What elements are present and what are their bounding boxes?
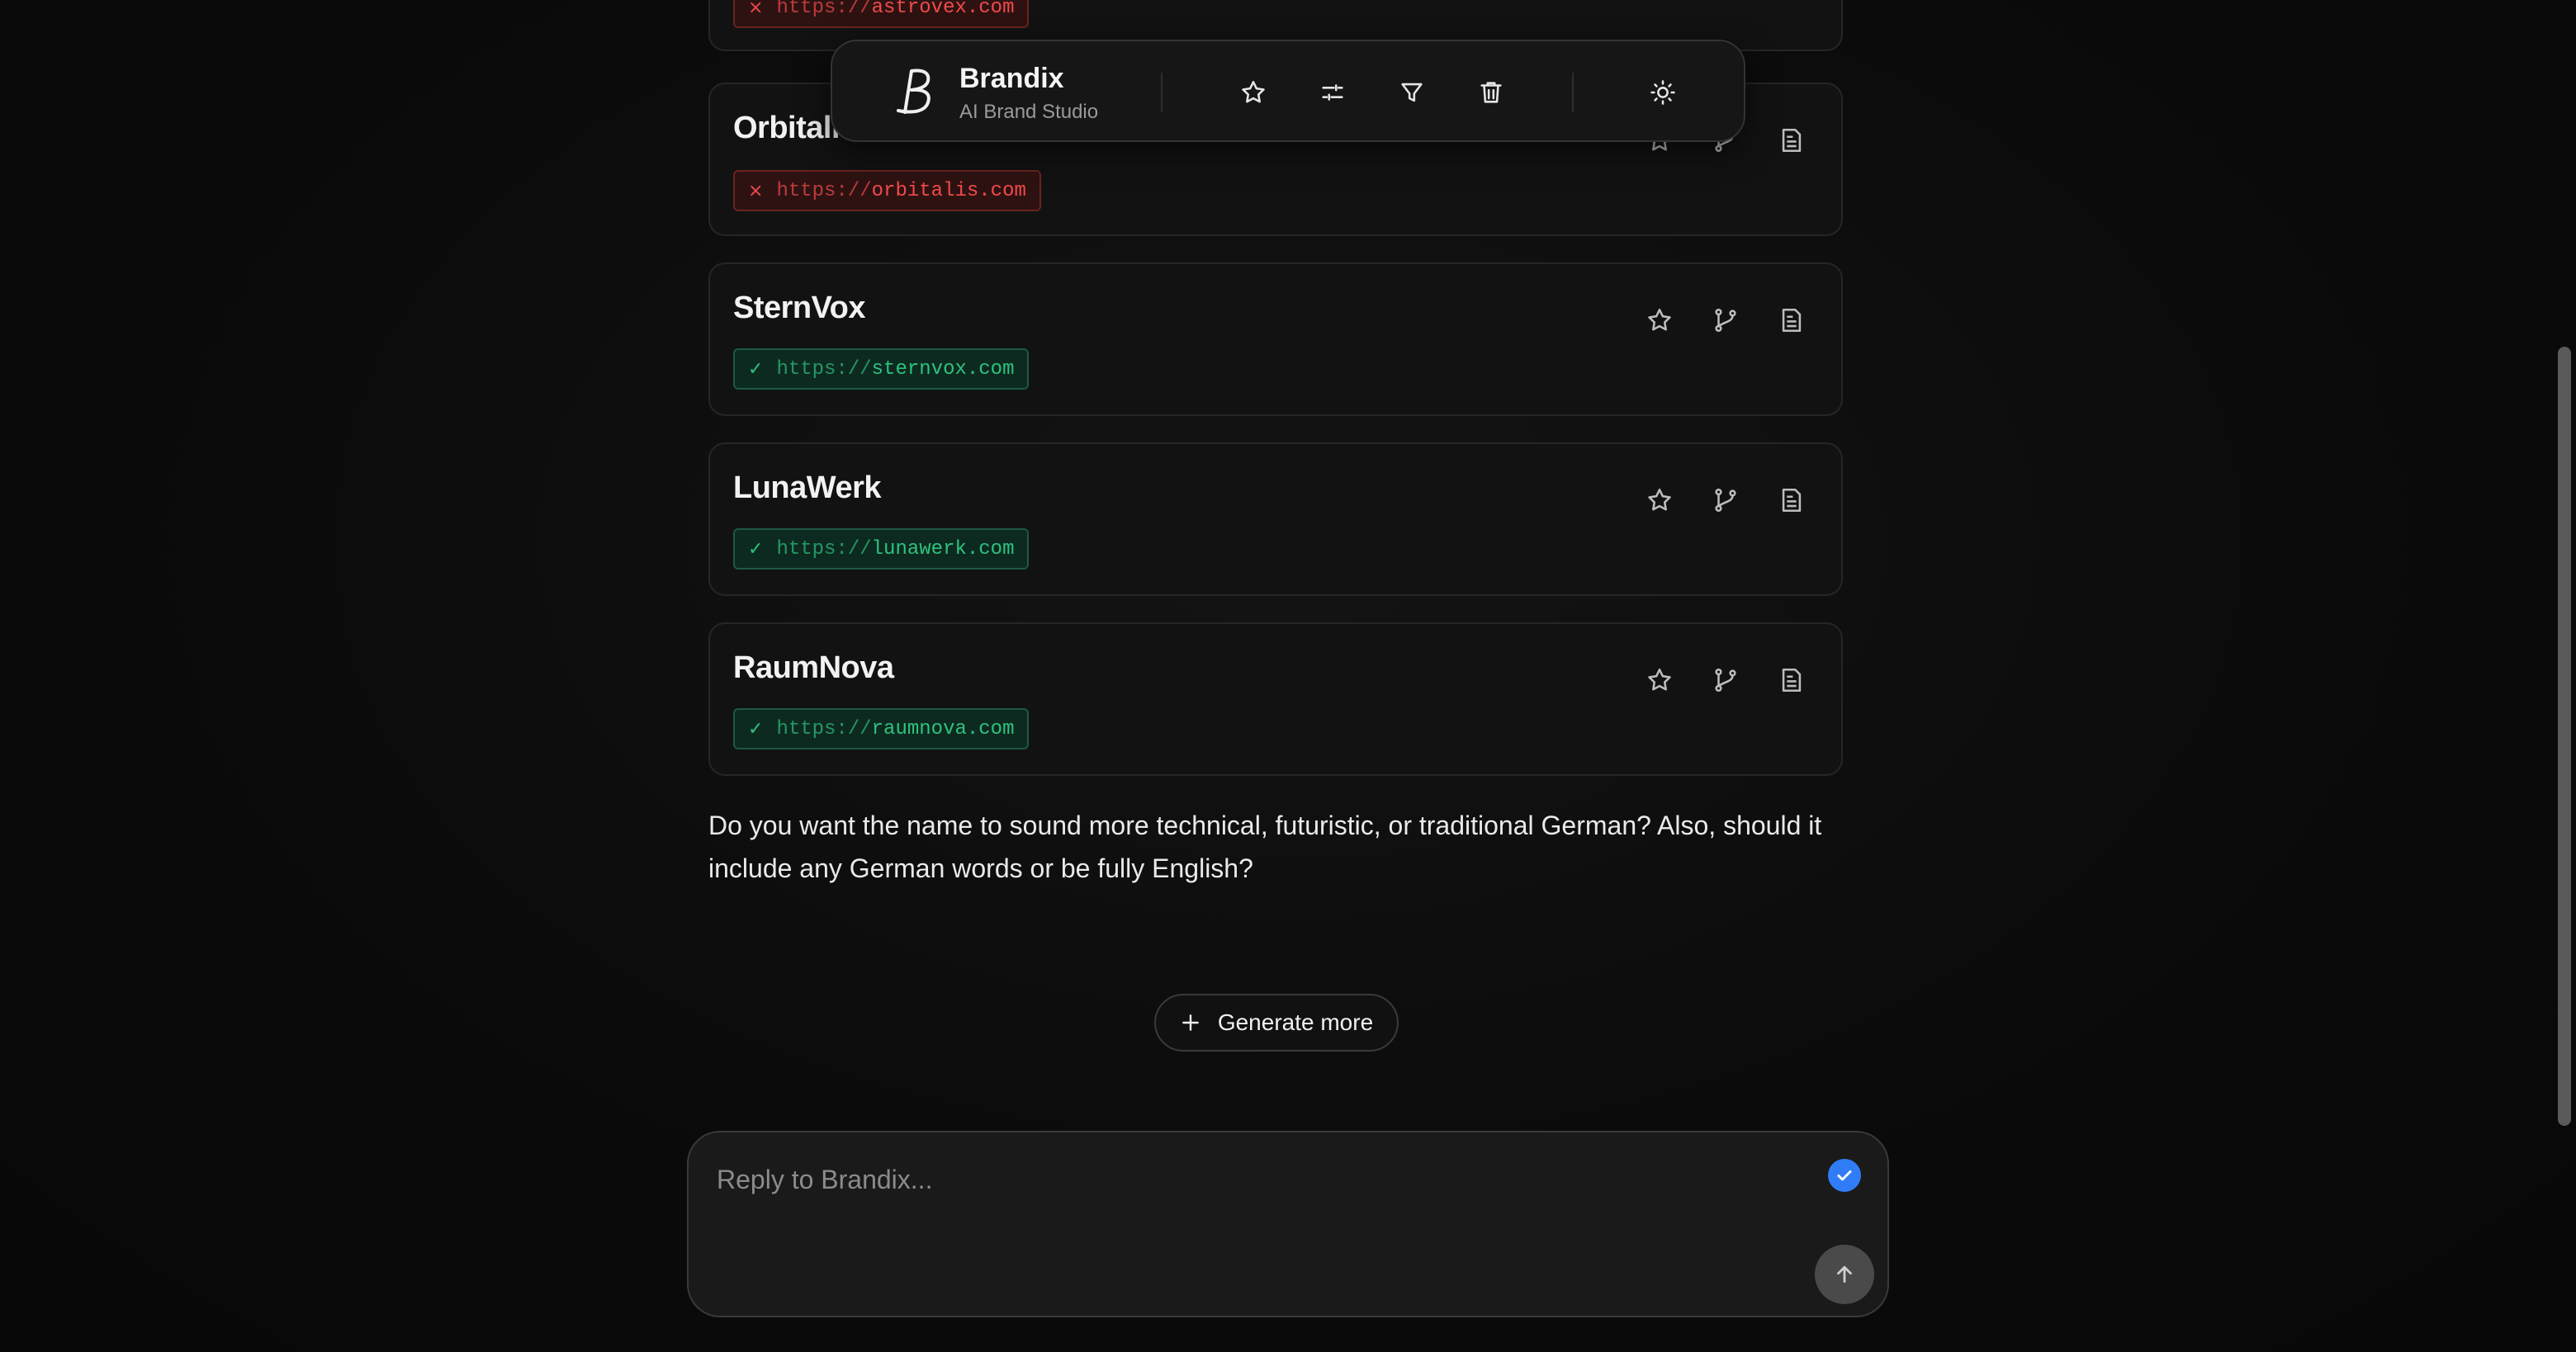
brand-name: Brandix [959,63,1064,94]
document-icon [1782,488,1802,513]
star-icon [1242,80,1265,103]
branch-icon [1715,308,1736,333]
clear-button[interactable] [1471,73,1511,112]
name-card: LunaWerk ✓ https:// lunawerk.com [708,442,1843,596]
plus-icon [1181,1014,1199,1031]
sun-icon [1650,80,1675,105]
brand-name-title: SternVox [733,291,866,325]
domain-badge[interactable]: × https:// astrovex.com [733,0,1030,28]
favorite-button[interactable] [1641,302,1678,338]
scrollbar[interactable] [2551,0,2576,1131]
star-icon [1648,668,1671,691]
domain-badge[interactable]: × https:// orbitalis.com [733,170,1041,211]
variations-button[interactable] [1707,482,1744,518]
favorite-button[interactable] [1641,482,1678,518]
send-button[interactable] [1815,1245,1874,1304]
assistant-message: Do you want the name to sound more techn… [708,811,1822,883]
check-icon: ✓ [748,718,764,740]
arrow-up-icon [1837,1265,1852,1283]
domain-name: lunawerk.com [871,537,1015,560]
reply-composer [687,1131,1889,1317]
domain-name: sternvox.com [871,357,1015,381]
star-icon [1648,308,1671,331]
brand-subtitle: AI Brand Studio [959,101,1099,123]
brand-name-title: RaumNova [733,650,894,685]
details-button[interactable] [1773,302,1810,338]
card-actions [1641,302,1810,338]
favorites-button[interactable] [1234,73,1273,112]
x-icon: × [748,0,764,18]
variations-button[interactable] [1707,662,1744,698]
scrollbar-thumb[interactable] [2558,347,2571,1126]
domain-scheme: https:// [776,717,872,740]
details-button[interactable] [1773,482,1810,518]
app-stage: × https:// astrovex.com Orbitalis × http… [0,0,2576,1352]
trash-icon [1480,82,1502,103]
domain-scheme: https:// [776,179,872,202]
filter-button[interactable] [1392,73,1432,112]
branch-icon [1715,488,1736,513]
star-icon [1648,488,1671,511]
domain-scheme: https:// [776,357,872,381]
domain-badge[interactable]: ✓ https:// sternvox.com [733,348,1030,390]
branch-icon [1715,668,1736,693]
document-icon [1782,308,1802,333]
generate-more-label: Generate more [1217,1009,1374,1035]
domain-name: astrovex.com [871,0,1015,19]
theme-toggle-button[interactable] [1643,73,1683,112]
verified-badge[interactable] [1828,1159,1861,1192]
details-button[interactable] [1773,122,1810,158]
domain-scheme: https:// [776,0,872,19]
sliders-icon [1322,84,1343,101]
brand-name-title: LunaWerk [733,470,882,505]
domain-name: orbitalis.com [871,179,1026,202]
check-icon [1837,1170,1852,1181]
card-actions [1641,482,1810,518]
card-actions [1641,662,1810,698]
filter-icon [1401,83,1423,102]
toolbar-divider [1572,73,1574,112]
check-icon: ✓ [748,358,764,380]
brandix-logo-icon [897,69,930,114]
reply-input[interactable] [715,1154,1792,1205]
check-icon: ✓ [748,538,764,560]
x-icon: × [748,180,764,201]
name-card: SternVox ✓ https:// sternvox.com [708,262,1843,416]
favorite-button[interactable] [1641,662,1678,698]
name-card: RaumNova ✓ https:// raumnova.com [708,622,1843,776]
document-icon [1782,668,1802,693]
floating-toolbar: Brandix AI Brand Studio [831,40,1745,142]
toolbar-divider [1161,73,1163,112]
domain-scheme: https:// [776,537,872,560]
generate-more-button[interactable]: Generate more [1154,994,1399,1052]
domain-name: raumnova.com [871,717,1015,740]
variations-button[interactable] [1707,302,1744,338]
document-icon [1782,128,1802,153]
settings-button[interactable] [1313,73,1352,112]
domain-badge[interactable]: ✓ https:// raumnova.com [733,708,1030,749]
details-button[interactable] [1773,662,1810,698]
domain-badge[interactable]: ✓ https:// lunawerk.com [733,528,1030,570]
